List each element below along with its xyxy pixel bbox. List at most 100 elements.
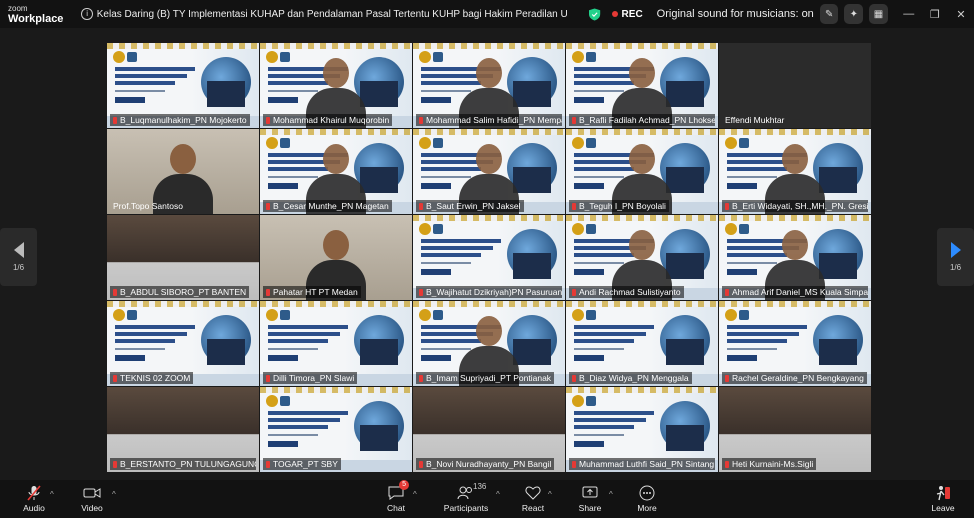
more-label: More [637, 503, 657, 513]
participant-grid: B_Luqmanulhakim_PN Mojokerto Mohammad Kha… [107, 43, 871, 473]
video-label: Video [81, 503, 103, 513]
leave-icon [932, 484, 954, 502]
meeting-toolbar: Audio ^ Video ^ 5 Chat ^ 136 Participant… [0, 480, 974, 518]
participant-name: B_Teguh I_PN Boyolali [569, 200, 669, 212]
chat-label: Chat [387, 503, 405, 513]
participant-tile[interactable]: Mohammad Khairul Muqorobin [260, 43, 412, 128]
participant-tile[interactable]: B_ERSTANTO_PN TULUNGAGUNG [107, 387, 259, 472]
participant-tile[interactable]: B_Teguh I_PN Boyolali [566, 129, 718, 214]
leave-button[interactable]: Leave [915, 484, 971, 516]
chevron-left-icon [13, 242, 24, 258]
react-label: React [521, 503, 545, 513]
participant-name: Mohammad Khairul Muqorobin [263, 114, 393, 126]
share-label: Share [578, 503, 602, 513]
participant-tile[interactable]: Effendi Mukhtar [719, 43, 871, 128]
participant-tile[interactable]: B_Saut Erwin_PN Jaksel [413, 129, 565, 214]
recording-indicator[interactable]: REC [611, 8, 643, 20]
participant-tile[interactable]: Mohammad Salim Hafidi_PN Mempa... [413, 43, 565, 128]
grid-view-icon[interactable]: ▦ [869, 4, 888, 24]
audio-options-caret-icon[interactable]: ^ [50, 490, 54, 499]
participants-count: 136 [473, 482, 487, 491]
rec-label: REC [621, 8, 643, 20]
participant-name: B_Wajihatut Dzikriyah)PN Pasuruan [416, 286, 562, 298]
participant-name: B_Cesar Munthe_PN Magetan [263, 200, 392, 212]
participant-tile[interactable]: Andi Rachmad Sulistiyanto [566, 215, 718, 300]
meeting-title: Kelas Daring (B) TY Implementasi KUHAP d… [96, 8, 568, 20]
participants-button[interactable]: 136 Participants [438, 482, 494, 516]
chat-button[interactable]: 5 Chat [368, 480, 424, 516]
participant-tile[interactable]: Rachel Geraldine_PN Bengkayang [719, 301, 871, 386]
chevron-right-icon [950, 242, 961, 258]
more-button[interactable]: More [619, 484, 675, 516]
react-button[interactable]: React [505, 484, 561, 516]
participant-name: Andi Rachmad Sulistiyanto [569, 286, 684, 298]
participant-tile[interactable]: Ahmad Arif Daniel_MS Kuala Simpang [719, 215, 871, 300]
participant-name: B_Imam Supriyadi_PT Pontianak [416, 372, 555, 384]
participant-name: Heti Kurnaini-Ms.Sigli [722, 458, 817, 470]
participant-name: TEKNIS 02 ZOOM [110, 372, 194, 384]
restore-icon[interactable]: ❐ [922, 8, 948, 21]
participant-name: B_Diaz Widya_PN Menggala [569, 372, 692, 384]
participant-tile[interactable]: B_Erti Widayati, SH.,MH._PN. Gresik [719, 129, 871, 214]
participant-tile[interactable]: Dilli Timora_PN Slawi [260, 301, 412, 386]
info-icon[interactable]: i [81, 8, 93, 20]
participant-tile[interactable]: TOGAR_PT SBY [260, 387, 412, 472]
participant-name: Rachel Geraldine_PN Bengkayang [722, 372, 867, 384]
participant-tile[interactable]: B_Imam Supriyadi_PT Pontianak [413, 301, 565, 386]
participant-name: Effendi Mukhtar [725, 115, 785, 125]
participants-options-caret-icon[interactable]: ^ [496, 490, 500, 499]
participant-tile[interactable]: Pahatar HT PT Medan [260, 215, 412, 300]
mic-muted-icon [23, 484, 45, 502]
share-button[interactable]: Share [562, 484, 618, 516]
share-screen-icon [579, 484, 601, 502]
participant-tile[interactable]: B_Cesar Munthe_PN Magetan [260, 129, 412, 214]
participant-name: B_ERSTANTO_PN TULUNGAGUNG [110, 458, 256, 470]
participant-tile[interactable]: B_Wajihatut Dzikriyah)PN Pasuruan [413, 215, 565, 300]
participant-name: B_Luqmanulhakim_PN Mojokerto [110, 114, 250, 126]
participant-tile[interactable]: B_Diaz Widya_PN Menggala [566, 301, 718, 386]
participant-name: Prof.Topo Santoso [113, 201, 183, 211]
original-sound-status[interactable]: Original sound for musicians: on [657, 8, 814, 20]
minimize-icon[interactable]: — [896, 8, 922, 20]
zoom-logo: zoom Workplace [0, 4, 64, 25]
participant-tile[interactable]: B_Luqmanulhakim_PN Mojokerto [107, 43, 259, 128]
participant-name: Pahatar HT PT Medan [263, 286, 361, 298]
shield-icon[interactable] [589, 7, 601, 21]
camera-icon [81, 484, 103, 502]
chat-unread-badge: 5 [399, 480, 409, 490]
prev-page-button[interactable]: 1/6 [0, 228, 37, 286]
participant-name: Dilli Timora_PN Slawi [263, 372, 358, 384]
title-bar: zoom Workplace i Kelas Daring (B) TY Imp… [0, 0, 974, 28]
react-options-caret-icon[interactable]: ^ [548, 490, 552, 499]
logo-workplace: Workplace [8, 13, 64, 25]
participant-tile[interactable]: TEKNIS 02 ZOOM [107, 301, 259, 386]
participant-name: B_ABDUL SIBORO_PT BANTEN [110, 286, 250, 298]
rec-dot-icon [611, 11, 618, 17]
video-options-caret-icon[interactable]: ^ [112, 490, 116, 499]
participant-name: B_Saut Erwin_PN Jaksel [416, 200, 524, 212]
audio-label: Audio [23, 503, 45, 513]
participant-tile[interactable]: Heti Kurnaini-Ms.Sigli [719, 387, 871, 472]
chat-options-caret-icon[interactable]: ^ [413, 490, 417, 499]
sparkle-icon[interactable]: ✦ [844, 4, 864, 24]
participant-name: Ahmad Arif Daniel_MS Kuala Simpang [722, 286, 868, 298]
audio-button[interactable]: Audio [6, 484, 62, 516]
participant-name: Muhammad Luthfi Said_PN Sintang [569, 458, 715, 470]
video-button[interactable]: Video [64, 484, 120, 516]
participant-tile[interactable]: B_Rafli Fadilah Achmad_PN Lhokseu... [566, 43, 718, 128]
participants-label: Participants [443, 503, 489, 513]
page-indicator-left: 1/6 [12, 263, 25, 272]
chat-icon: 5 [385, 480, 409, 502]
participant-tile[interactable]: B_ABDUL SIBORO_PT BANTEN [107, 215, 259, 300]
participant-name: Mohammad Salim Hafidi_PN Mempa... [416, 114, 562, 126]
pencil-icon[interactable]: ✎ [819, 4, 839, 24]
close-icon[interactable]: ✕ [948, 8, 974, 21]
participant-name: B_Erti Widayati, SH.,MH._PN. Gresik [722, 200, 868, 212]
share-options-caret-icon[interactable]: ^ [609, 490, 613, 499]
participant-tile[interactable]: Prof.Topo Santoso [107, 129, 259, 214]
participant-name: B_Rafli Fadilah Achmad_PN Lhokseu... [569, 114, 715, 126]
participant-name: TOGAR_PT SBY [263, 458, 341, 470]
participant-tile[interactable]: B_Novi Nuradhayanty_PN Bangil [413, 387, 565, 472]
participant-tile[interactable]: Muhammad Luthfi Said_PN Sintang [566, 387, 718, 472]
next-page-button[interactable]: 1/6 [937, 228, 974, 286]
